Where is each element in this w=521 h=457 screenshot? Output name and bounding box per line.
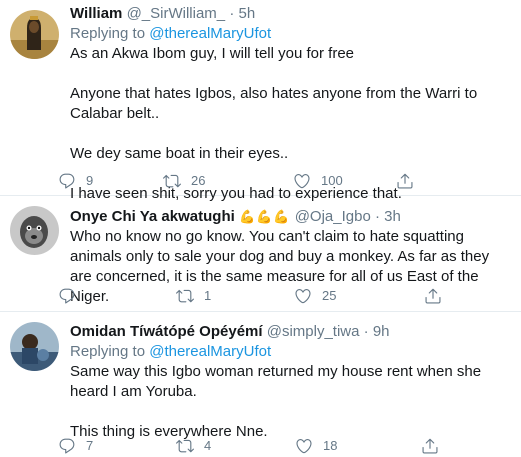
replying-to-label: Replying to <box>70 25 150 42</box>
retweet-count: 4 <box>204 438 212 453</box>
reply-count: 7 <box>86 438 94 453</box>
display-name[interactable]: Omidan Tíwátópé Opéyémí <box>70 323 263 340</box>
reply-icon <box>59 288 75 304</box>
tweet[interactable]: William @_SirWilliam_ · 5h Replying to @… <box>0 0 521 202</box>
share-button[interactable] <box>421 436 439 456</box>
tweet-actions: 9 26 100 <box>58 171 458 191</box>
share-icon <box>425 288 441 304</box>
retweet-count: 26 <box>191 173 206 188</box>
share-button[interactable] <box>424 286 442 306</box>
avatar[interactable] <box>10 206 59 255</box>
display-name[interactable]: Onye Chi Ya akwatughi <box>70 208 235 225</box>
retweet-count: 1 <box>204 288 212 303</box>
tweet-paragraph: Anyone that hates Igbos, also hates anyo… <box>70 85 478 122</box>
tweet-header: William @_SirWilliam_ · 5h <box>70 4 509 24</box>
avatar[interactable] <box>10 10 59 59</box>
heart-icon <box>294 174 310 189</box>
tweet-paragraph: We dey same boat in their eyes.. <box>70 145 289 162</box>
separator-dot: · <box>363 323 369 340</box>
tweet-header: Onye Chi Ya akwatughi 💪💪💪 @Oja_Igbo · 3h <box>70 207 509 227</box>
tweet-paragraph: As an Akwa Ibom guy, I will tell you for… <box>70 45 355 62</box>
retweet-icon <box>163 174 181 188</box>
share-icon <box>397 173 413 189</box>
like-count: 18 <box>323 438 338 453</box>
reply-button[interactable]: 9 <box>58 171 93 191</box>
share-icon <box>422 438 438 454</box>
like-button[interactable]: 18 <box>295 436 337 456</box>
share-button[interactable] <box>396 171 414 191</box>
flexed-biceps-emoji: 💪💪💪 <box>238 209 291 224</box>
retweet-button[interactable]: 4 <box>176 436 211 456</box>
tweet-header: Omidan Tíwátópé Opéyémí @simply_tiwa · 9… <box>70 322 509 342</box>
replying-to: Replying to @therealMaryUfot <box>70 342 509 362</box>
tweet-actions: 7 4 18 <box>58 436 458 456</box>
replying-to: Replying to @therealMaryUfot <box>70 24 509 44</box>
avatar[interactable] <box>10 322 59 371</box>
like-count: 25 <box>322 288 337 303</box>
timestamp[interactable]: 9h <box>373 323 390 340</box>
tweet-paragraph: Same way this Igbo woman returned my hou… <box>70 363 482 400</box>
replying-to-mention[interactable]: @therealMaryUfot <box>149 343 271 360</box>
reply-icon <box>59 438 75 454</box>
tweet[interactable]: Onye Chi Ya akwatughi 💪💪💪 @Oja_Igbo · 3h… <box>0 196 521 312</box>
like-count: 100 <box>321 173 343 188</box>
display-name[interactable]: William <box>70 5 122 22</box>
user-handle[interactable]: @simply_tiwa <box>267 323 360 340</box>
retweet-button[interactable]: 1 <box>176 286 211 306</box>
user-handle[interactable]: @Oja_Igbo <box>295 208 371 225</box>
retweet-button[interactable]: 26 <box>163 171 205 191</box>
like-button[interactable]: 25 <box>294 286 336 306</box>
user-handle[interactable]: @_SirWilliam_ <box>127 5 226 22</box>
replying-to-label: Replying to <box>70 343 150 360</box>
separator-dot: · <box>229 5 235 22</box>
timestamp[interactable]: 5h <box>238 5 255 22</box>
timestamp[interactable]: 3h <box>384 208 401 225</box>
replying-to-mention[interactable]: @therealMaryUfot <box>149 25 271 42</box>
tweet[interactable]: Omidan Tíwátópé Opéyémí @simply_tiwa · 9… <box>0 312 521 457</box>
like-button[interactable]: 100 <box>293 171 343 191</box>
heart-icon <box>295 289 311 304</box>
heart-icon <box>296 439 312 454</box>
reply-icon <box>59 173 75 189</box>
reply-button[interactable] <box>58 286 86 306</box>
tweet-actions: 1 25 <box>58 286 458 306</box>
retweet-icon <box>176 439 194 453</box>
separator-dot: · <box>374 208 380 225</box>
reply-button[interactable]: 7 <box>58 436 93 456</box>
tweet-text: Same way this Igbo woman returned my hou… <box>70 362 509 442</box>
retweet-icon <box>176 289 194 303</box>
reply-count: 9 <box>86 173 94 188</box>
